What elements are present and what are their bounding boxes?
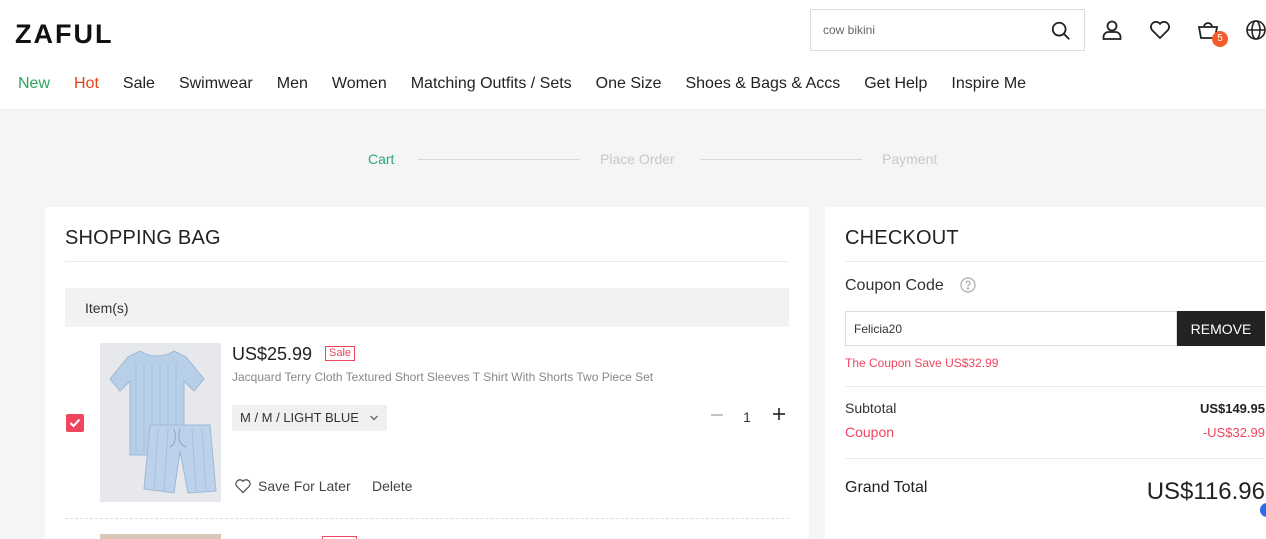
quantity-decrease-button[interactable] (709, 407, 725, 423)
coupon-discount-label: Coupon (845, 424, 895, 440)
item-separator (65, 518, 789, 519)
site-logo[interactable]: ZAFUL (15, 19, 113, 50)
nav-item-men[interactable]: Men (277, 75, 308, 93)
globe-icon[interactable] (1244, 18, 1266, 42)
subtotal-label: Subtotal (845, 400, 897, 416)
coupon-code-input[interactable] (845, 311, 1177, 346)
nav-item-new[interactable]: New (18, 75, 50, 93)
next-product-image[interactable] (100, 534, 221, 539)
chevron-down-icon (370, 415, 378, 421)
nav-item-hot[interactable]: Hot (74, 75, 99, 93)
nav-item-women[interactable]: Women (332, 75, 387, 93)
divider (845, 458, 1265, 459)
step-cart: Cart (368, 151, 395, 167)
nav-item-inspire-me[interactable]: Inspire Me (951, 75, 1026, 93)
quantity-value: 1 (743, 409, 751, 425)
delete-button[interactable]: Delete (372, 478, 412, 494)
step-payment: Payment (882, 151, 938, 167)
shopping-bag-panel: SHOPPING BAG Item(s) US$25.99 Sale Jacqu… (45, 207, 809, 539)
item-price: US$25.99 (232, 344, 313, 364)
step-connector (418, 159, 580, 160)
variant-label: M / M / LIGHT BLUE (240, 410, 359, 425)
product-image[interactable] (100, 343, 221, 502)
nav-item-one-size[interactable]: One Size (596, 75, 662, 93)
divider (845, 261, 1266, 262)
coupon-discount-value: -US$32.99 (1202, 425, 1265, 440)
divider (845, 386, 1266, 387)
heart-icon (235, 479, 251, 494)
checkout-panel: CHECKOUT Coupon Code REMOVE The Coupon S… (825, 207, 1266, 539)
checkout-title: CHECKOUT (845, 227, 959, 249)
nav-item-swimwear[interactable]: Swimwear (179, 75, 253, 93)
coupon-code-label: Coupon Code (845, 277, 944, 294)
remove-coupon-button[interactable]: REMOVE (1177, 311, 1265, 346)
search-input[interactable] (811, 10, 1041, 50)
user-icon[interactable] (1100, 18, 1124, 42)
heart-icon[interactable] (1148, 18, 1172, 42)
nav-item-matching-outfits[interactable]: Matching Outfits / Sets (411, 75, 572, 93)
variant-selector[interactable]: M / M / LIGHT BLUE (232, 405, 387, 431)
shopping-bag-title: SHOPPING BAG (65, 227, 221, 249)
checkout-steps: Cart Place Order Payment (0, 140, 1266, 180)
search-icon[interactable] (1050, 20, 1072, 42)
items-header-label: Item(s) (85, 300, 129, 316)
help-icon[interactable] (960, 277, 976, 293)
main-nav: New Hot Sale Swimwear Men Women Matching… (18, 75, 1050, 93)
site-header: ZAFUL 5 New Hot Sale Swimwear Men Women … (0, 0, 1266, 110)
cart-count-badge: 5 (1212, 31, 1228, 47)
subtotal-value: US$149.95 (1199, 401, 1265, 416)
nav-item-shoes-bags[interactable]: Shoes & Bags & Accs (685, 75, 840, 93)
save-for-later-button[interactable]: Save For Later (234, 478, 351, 494)
search-box (810, 9, 1085, 51)
item-name[interactable]: Jacquard Terry Cloth Textured Short Slee… (232, 370, 653, 384)
nav-item-get-help[interactable]: Get Help (864, 75, 927, 93)
coupon-message: The Coupon Save US$32.99 (845, 356, 999, 370)
product-photo-illustration (100, 343, 221, 502)
step-place-order: Place Order (600, 151, 675, 167)
quantity-increase-button[interactable] (771, 406, 787, 422)
grand-total-value: US$116.96 (1146, 478, 1265, 505)
save-for-later-label: Save For Later (258, 478, 351, 494)
nav-item-sale[interactable]: Sale (123, 75, 155, 93)
divider (65, 261, 789, 262)
grand-total-label: Grand Total (845, 479, 928, 496)
step-connector (700, 159, 862, 160)
sale-badge: Sale (325, 346, 356, 361)
items-header: Item(s) (65, 288, 789, 327)
checkmark-icon (69, 418, 81, 428)
item-checkbox[interactable] (66, 414, 84, 432)
